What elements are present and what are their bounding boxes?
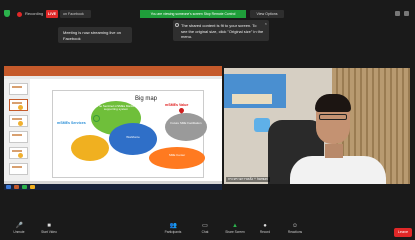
chat-button[interactable]: ▭ Chat [192,222,218,240]
powerpoint-ribbon [4,66,222,76]
participant-neck [325,144,343,158]
live-badge: LIVE [46,10,58,18]
shared-screen: Big map mSMEs Services mSMEs Value The S… [4,66,222,184]
presentation-slide: Big map mSMEs Services mSMEs Value The S… [52,90,207,178]
powerpoint-icon[interactable] [14,185,19,189]
record-button[interactable]: ● Record [252,222,278,240]
recycle-icon [93,115,100,122]
start-icon[interactable] [6,185,11,189]
wall-picture [224,74,286,108]
window-controls [395,11,409,16]
slide-thumbnail [9,163,28,175]
slide-thumbnail [9,83,28,95]
reactions-icon: ☺ [291,223,299,229]
recording-label: Recording [25,11,44,16]
meeting-controls: 🎤 Unmute ■ Start Video 👥 Participants ▭ … [0,222,415,240]
slide-thumbnail [9,147,28,159]
bubble-grey: Future SME Facilitation [165,113,207,141]
reactions-button[interactable]: ☺ Reactions [282,222,308,240]
slide-thumbnail [9,131,28,143]
scaled-content-tooltip: The shared content is fit to your screen… [173,20,269,41]
slide-thumbnails [4,79,30,181]
share-screen-icon: ▲ [232,223,238,229]
slide-thumbnail [9,115,28,127]
live-target-dropdown[interactable]: on Facebook [60,10,91,18]
participant-hair [315,94,351,112]
bubble-yellow [71,135,109,161]
bubble-orange: SME Center [149,147,205,169]
start-video-button[interactable]: ■ Start Video [36,222,62,240]
participant-glasses [319,114,347,120]
minimize-icon[interactable] [395,11,400,16]
participant-shirt [290,156,386,184]
unmute-button[interactable]: 🎤 Unmute [6,222,32,240]
slide-label-right: mSMEs Value [165,103,189,107]
slide-label-left: mSMEs Services [57,121,86,125]
app-icon[interactable] [22,185,27,189]
participant-video[interactable]: กระทรวงการคลัง + hamuni [224,68,410,184]
slide-thumbnail [9,99,28,111]
security-shield-icon[interactable] [4,10,10,17]
participant-name: กระทรวงการคลัง + hamuni [226,177,271,182]
info-icon [175,23,179,27]
chat-icon: ▭ [202,223,208,229]
windows-taskbar [4,184,222,190]
microphone-icon: 🎤 [15,223,23,229]
powerpoint-toolbar [4,76,222,79]
record-icon: ● [263,223,267,229]
view-options-button[interactable]: View Options [250,10,284,18]
participants-button[interactable]: 👥 Participants [160,222,186,240]
share-screen-button[interactable]: ▲ Share Screen [222,222,248,240]
scaled-tooltip-text: The shared content is fit to your screen… [181,23,264,39]
leave-button[interactable]: Leave [394,228,412,237]
streaming-tooltip-text: Meeting is now streaming live on Faceboo… [63,30,122,41]
recording-dot-icon [17,12,22,17]
meeting-topbar: Recording LIVE on Facebook You are viewi… [0,0,415,22]
screen-share-notice[interactable]: You are viewing someone's screen Stop Re… [140,10,246,18]
slide-title: Big map [135,96,158,102]
maximize-icon[interactable] [404,11,409,16]
folder-icon[interactable] [30,185,35,189]
close-icon[interactable]: × [265,21,267,27]
video-camera-icon: ■ [47,223,51,229]
participants-icon: 👥 [169,223,177,229]
streaming-tooltip: Meeting is now streaming live on Faceboo… [58,27,132,43]
